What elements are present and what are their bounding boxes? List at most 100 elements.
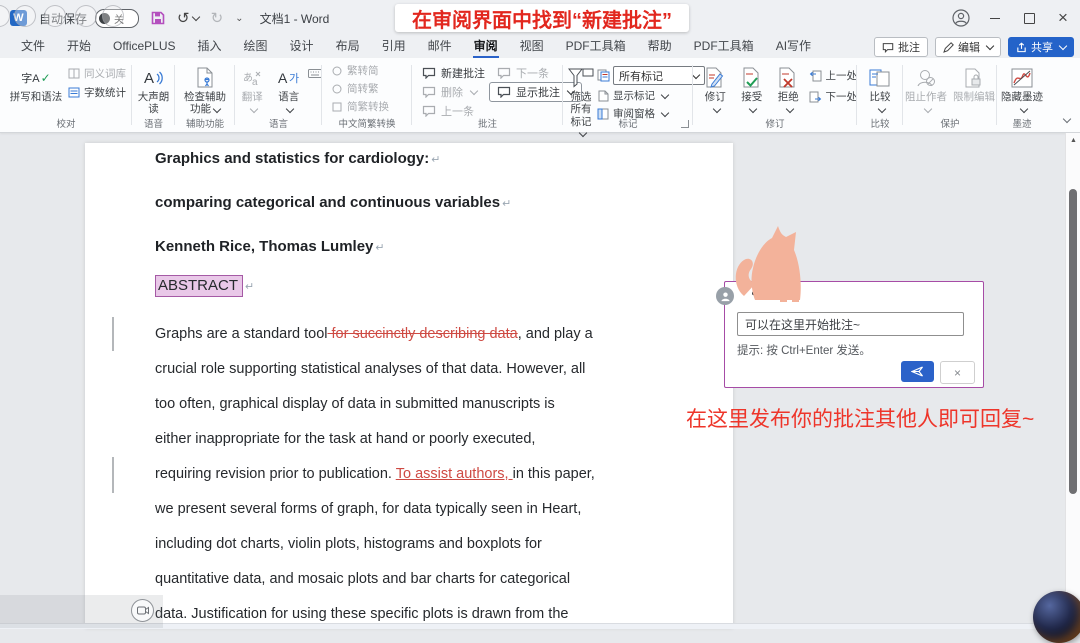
markup-pages-icon — [597, 69, 610, 82]
comments-panel-button[interactable]: 批注 — [874, 37, 928, 57]
track-changes-button[interactable]: 修订 — [699, 63, 732, 116]
tab-13-PDF工具箱[interactable]: PDF工具箱 — [683, 36, 765, 58]
next-comment-button[interactable]: 下一条 — [497, 65, 549, 81]
document-page[interactable]: Graphics and statistics for cardiology: ↵… — [85, 143, 733, 628]
doc-paragraph[interactable]: Graphs are a standard tool for succinctl… — [155, 317, 595, 632]
thesaurus-button[interactable]: 同义词库 — [68, 66, 126, 81]
recorder-camera-button[interactable] — [131, 599, 154, 622]
redo-button[interactable]: ↻ — [211, 9, 224, 27]
compare-button[interactable]: 比较 — [860, 63, 900, 116]
spelling-grammar-button[interactable]: 字A ✓ 拼写和语法 — [6, 63, 66, 104]
tab-4-绘图[interactable]: 绘图 — [233, 36, 279, 58]
doc-authors: Kenneth Rice, Thomas Lumley ↵ — [155, 238, 385, 255]
tab-1-开始[interactable]: 开始 — [56, 36, 102, 58]
body-text-line: including dot charts, violin plots, hist… — [155, 527, 595, 562]
account-button[interactable] — [944, 0, 978, 36]
previous-comment-icon — [422, 105, 436, 117]
quick-access-more-button[interactable]: ⌄ — [235, 13, 243, 24]
check-accessibility-button[interactable]: 检查辅助功能 — [178, 63, 232, 116]
recorder-shapes-icon[interactable] — [75, 5, 97, 27]
convert-icon — [332, 102, 342, 111]
previous-change-button[interactable]: 上一处 — [809, 68, 857, 83]
compare-dropdown-icon — [877, 104, 886, 113]
group-label-proofing: 校对 — [56, 119, 76, 130]
ribbon-group-compare: 比较 比较 — [857, 58, 903, 132]
traditional-to-simplified-button[interactable]: 繁转简 — [332, 63, 412, 78]
word-count-button[interactable]: 字数统计 — [68, 85, 126, 100]
tracking-dialog-launcher[interactable] — [681, 120, 689, 128]
block-authors-button[interactable]: 阻止作者 — [903, 63, 949, 116]
save-button[interactable] — [151, 11, 165, 25]
ribbon-group-comments: 新建批注 下一条 删除 显示批注 上一条 批注 — [412, 58, 582, 132]
filter-dropdown-icon — [578, 129, 587, 138]
tab-12-帮助[interactable]: 帮助 — [637, 36, 683, 58]
block-authors-icon — [915, 65, 937, 90]
recorder-pencil-icon[interactable] — [44, 5, 66, 27]
restrict-editing-button[interactable]: 限制编辑 — [951, 63, 997, 116]
maximize-button[interactable] — [1012, 0, 1046, 36]
abstract-highlight[interactable]: ABSTRACT — [155, 275, 244, 297]
tab-0-文件[interactable]: 文件 — [10, 36, 56, 58]
accept-button[interactable]: 接受 — [736, 63, 769, 116]
pilcrow-icon: ↵ — [431, 154, 441, 166]
tab-9-审阅[interactable]: 审阅 — [463, 36, 509, 59]
tab-10-视图[interactable]: 视图 — [509, 36, 555, 58]
collapse-ribbon-button[interactable] — [1062, 114, 1072, 124]
floating-orb-overlay[interactable] — [1033, 591, 1080, 643]
undo-button[interactable]: ↺ — [177, 9, 200, 27]
group-label-compare: 比较 — [870, 119, 890, 130]
tab-3-插入[interactable]: 插入 — [187, 36, 233, 58]
account-icon — [952, 9, 970, 27]
scrollbar-thumb[interactable] — [1069, 189, 1077, 494]
simplified-to-traditional-button[interactable]: 简转繁 — [332, 81, 412, 96]
share-button[interactable]: 共享 — [1008, 37, 1074, 57]
tab-6-布局[interactable]: 布局 — [325, 36, 371, 58]
reject-dropdown-icon — [785, 104, 794, 113]
tab-5-设计[interactable]: 设计 — [279, 36, 325, 58]
next-change-button[interactable]: 下一处 — [809, 89, 857, 104]
vertical-scrollbar[interactable]: ▲ — [1065, 133, 1080, 628]
convert-button[interactable]: 简繁转换 — [332, 99, 412, 114]
display-for-review-value: 所有标记 — [619, 70, 663, 83]
tab-8-邮件[interactable]: 邮件 — [417, 36, 463, 58]
reject-button[interactable]: 拒绝 — [772, 63, 805, 116]
comment-input[interactable]: 可以在这里开始批注~ — [737, 312, 964, 336]
comment-cancel-button[interactable]: × — [940, 361, 975, 384]
tab-14-AI写作[interactable]: AI写作 — [765, 36, 822, 58]
body-text-line: crucial role supporting statistical anal… — [155, 352, 595, 387]
track-changes-icon — [705, 65, 725, 90]
language-dropdown-icon — [286, 104, 295, 113]
body-text: Graphs are a standard tool — [155, 326, 328, 342]
read-aloud-button[interactable]: A 大声朗读 — [135, 63, 173, 116]
filter-icon — [568, 65, 594, 90]
editing-mode-label: 编辑 — [958, 42, 980, 54]
hide-ink-button[interactable]: 隐藏墨迹 — [1000, 63, 1044, 116]
group-label-changes: 修订 — [765, 119, 785, 130]
ribbon-group-accessibility: 检查辅助功能 辅助功能 — [175, 58, 235, 132]
new-comment-button[interactable]: 新建批注 — [422, 65, 485, 81]
comment-send-button[interactable] — [901, 361, 934, 382]
editing-mode-button[interactable]: 编辑 — [935, 37, 1001, 57]
recorder-zoom-icon[interactable] — [102, 5, 124, 27]
svg-text:A: A — [144, 70, 154, 87]
recorder-tool-icon[interactable] — [14, 5, 36, 27]
close-button[interactable]: × — [1046, 0, 1080, 36]
body-text-line: either inappropriate for the task at han… — [155, 422, 595, 457]
ribbon-tabs: 文件 开始 OfficePLUS 插入 绘图 设计 布局 引用 邮件 审阅 视图 PDF工具箱 帮助 PD… — [10, 36, 822, 59]
thesaurus-icon — [68, 68, 80, 79]
language-button[interactable]: A가 语言 — [272, 63, 307, 116]
cat-sticker — [735, 226, 801, 302]
tab-11-PDF工具箱[interactable]: PDF工具箱 — [555, 36, 637, 58]
compare-icon — [869, 65, 891, 90]
show-markup-button[interactable]: 显示标记 — [597, 88, 705, 103]
accessibility-dropdown-icon — [212, 104, 222, 113]
delete-comment-button[interactable]: 删除 — [422, 84, 479, 100]
change-bar — [112, 317, 114, 351]
show-markup-dropdown-icon — [660, 90, 670, 99]
new-comment-icon — [422, 67, 436, 79]
translate-button[interactable]: あa 翻译 — [235, 63, 270, 116]
minimize-button[interactable] — [978, 0, 1012, 36]
scroll-up-icon[interactable]: ▲ — [1066, 137, 1080, 144]
tab-2-OfficePLUS[interactable]: OfficePLUS — [102, 36, 186, 58]
tab-7-引用[interactable]: 引用 — [371, 36, 417, 58]
